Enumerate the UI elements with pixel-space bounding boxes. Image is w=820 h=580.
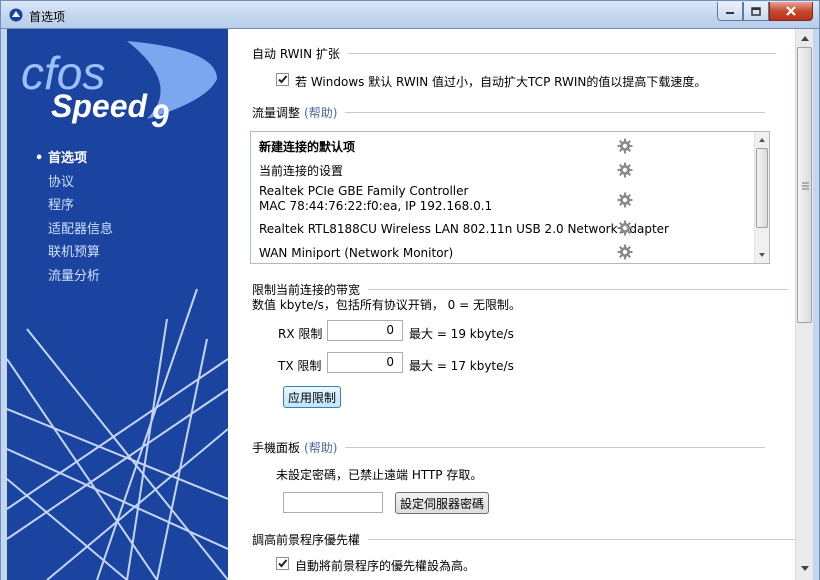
title-bar: 首选项 [0, 0, 820, 29]
priority-section-title: 調高前景程序優先權 [252, 531, 797, 548]
window-frame-right [813, 29, 820, 580]
list-item[interactable]: 新建连接的默认项 [259, 140, 355, 155]
rwin-section-title: 自动 RWIN 扩张 [252, 45, 776, 62]
mobile-status-text: 未設定密碼，已禁止遠端 HTTP 存取。 [276, 468, 483, 482]
mobile-help-link[interactable]: 帮助 [309, 439, 333, 456]
traffic-help-link[interactable]: 帮助 [309, 104, 333, 121]
main-scrollbar[interactable] [795, 29, 813, 580]
tx-limit-label: TX 限制 [278, 359, 322, 373]
connection-list[interactable]: 新建连接的默认项 当前连接的设置 Realtek PCIe GBE Family… [250, 131, 770, 264]
gear-icon[interactable] [617, 244, 633, 260]
scroll-down-button[interactable] [798, 561, 812, 577]
close-icon [786, 6, 796, 16]
checkmark-icon [278, 559, 288, 568]
priority-checkbox-label: 自動將前景程序的優先權設為高。 [295, 559, 476, 573]
gear-icon[interactable] [617, 192, 633, 208]
rwin-checkbox-label: 若 Windows 默认 RWIN 值过小，自动扩大TCP RWIN的值以提高下… [295, 75, 707, 89]
sidebar-item-traffic-analysis[interactable]: 流量分析 [35, 265, 113, 289]
logo-speed: Speed [51, 88, 148, 124]
traffic-section-title: 流量调整 (帮助) [252, 104, 766, 121]
priority-title-text: 調高前景程序優先權 [252, 533, 361, 547]
mobile-title-text: 手機面板 [252, 441, 301, 455]
scroll-down-icon[interactable] [755, 249, 769, 261]
rwin-title-text: 自动 RWIN 扩张 [252, 47, 340, 61]
minimize-button[interactable] [717, 2, 743, 21]
rwin-checkbox[interactable] [276, 73, 289, 86]
sidebar-item-adapter-info[interactable]: 适配器信息 [35, 218, 113, 242]
list-scrollbar[interactable] [754, 132, 769, 263]
tx-max-text: 最大 = 17 kbyte/s [409, 359, 514, 373]
list-item[interactable]: Realtek PCIe GBE Family Controller [259, 184, 468, 199]
list-item-detail: MAC 78:44:76:22:f0:ea, IP 192.168.0.1 [259, 199, 493, 213]
cfos-app-icon [9, 8, 23, 22]
server-password-input[interactable] [283, 492, 383, 513]
maximize-icon [751, 6, 761, 16]
scroll-down-icon [801, 566, 809, 571]
scroll-up-button[interactable] [798, 30, 812, 46]
gear-icon[interactable] [617, 162, 633, 178]
tx-limit-input[interactable]: 0 [327, 352, 403, 373]
traffic-title-text: 流量调整 [252, 106, 301, 120]
maximize-button[interactable] [743, 2, 769, 21]
close-button[interactable] [769, 2, 813, 21]
list-item[interactable]: Realtek RTL8188CU Wireless LAN 802.11n U… [259, 222, 669, 237]
window-title: 首选项 [29, 10, 66, 24]
main-scroll-thumb[interactable] [797, 47, 812, 323]
gear-icon[interactable] [617, 138, 633, 154]
list-scroll-thumb[interactable] [756, 148, 768, 228]
sidebar-item-online-budget[interactable]: 联机预算 [35, 241, 113, 265]
set-server-password-button[interactable]: 設定伺服器密碼 [395, 492, 489, 514]
priority-checkbox[interactable] [276, 557, 289, 570]
scroll-up-icon [801, 36, 809, 41]
gear-icon[interactable] [617, 220, 633, 236]
sidebar-item-protocols[interactable]: 协议 [35, 171, 113, 195]
sidebar: cfos Speed 9 首选项 协议 程序 适配器信息 联机预算 流量分析 [7, 29, 228, 580]
list-item[interactable]: WAN Miniport (Network Monitor) [259, 246, 453, 261]
sidebar-item-preferences[interactable]: 首选项 [35, 147, 113, 171]
minimize-icon [726, 12, 734, 14]
sidebar-item-programs[interactable]: 程序 [35, 194, 113, 218]
list-item[interactable]: 当前连接的设置 [259, 164, 343, 179]
thumb-grip-icon [802, 182, 809, 190]
sidebar-nav: 首选项 协议 程序 适配器信息 联机预算 流量分析 [35, 147, 113, 288]
bandwidth-description: 数值 kbyte/s，包括所有协议开销， 0 = 无限制。 [252, 298, 521, 312]
rx-limit-label: RX 限制 [278, 327, 323, 341]
sidebar-decoration: cfos Speed 9 [7, 41, 228, 580]
mobile-section-title: 手機面板 (帮助) [252, 439, 766, 456]
rx-max-text: 最大 = 19 kbyte/s [409, 327, 514, 341]
preferences-content: 自动 RWIN 扩张 若 Windows 默认 RWIN 值过小，自动扩大TCP… [228, 29, 797, 580]
checkmark-icon [278, 75, 288, 84]
apply-limit-button[interactable]: 应用限制 [283, 386, 341, 408]
window-frame-left [0, 29, 7, 580]
rx-limit-input[interactable]: 0 [327, 320, 403, 341]
scroll-up-icon[interactable] [755, 134, 769, 146]
logo-version: 9 [151, 98, 169, 134]
